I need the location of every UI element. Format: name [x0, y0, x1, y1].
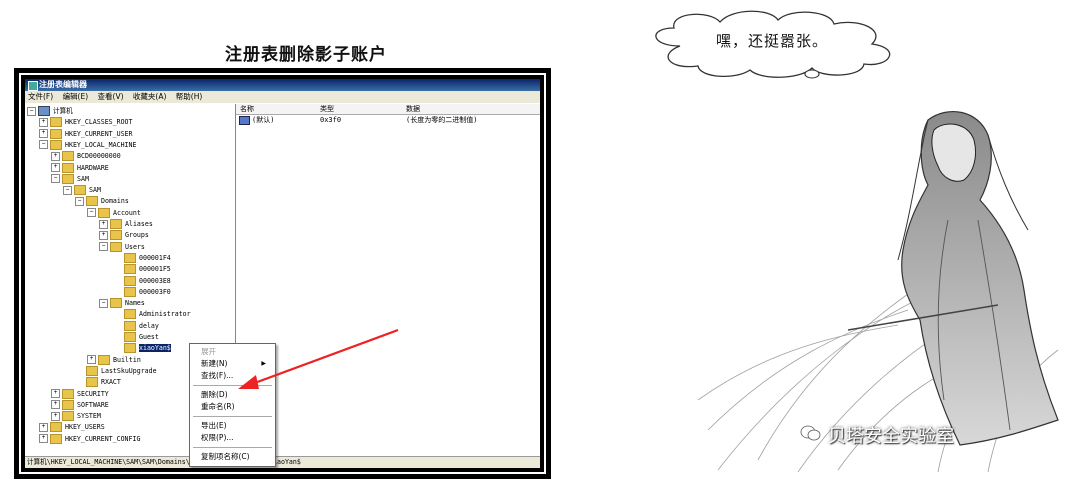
arrow-head-icon	[238, 375, 259, 389]
wechat-icon	[800, 425, 821, 441]
swordsman-illustration	[698, 111, 1059, 472]
arrow-shaft	[251, 328, 399, 386]
bubble-text: 嘿，还挺嚣张。	[716, 32, 829, 50]
watermark: 贝塔安全实验室	[828, 426, 954, 447]
